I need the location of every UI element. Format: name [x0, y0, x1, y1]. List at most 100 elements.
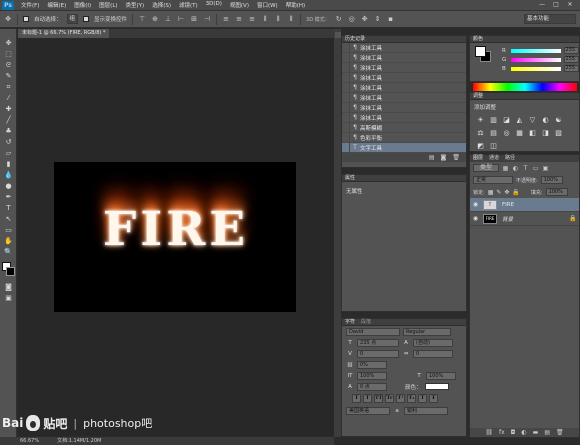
close-button[interactable]: ✕	[566, 2, 574, 8]
text-style-button-1[interactable]: T	[363, 394, 372, 403]
tab-layers[interactable]: 图层	[473, 155, 483, 162]
tsume-field[interactable]: 0%	[357, 360, 387, 369]
new-adjustment-icon[interactable]: ◐	[521, 428, 526, 437]
eyedropper-icon[interactable]: ⁄	[2, 93, 15, 104]
history-item[interactable]: ¶ 高斯模糊	[342, 122, 466, 133]
adjustment-icon-9[interactable]: ◎	[502, 129, 511, 138]
layer-row[interactable]: ◉ T FIRE	[470, 198, 579, 212]
dodge-icon[interactable]: ●	[2, 181, 15, 192]
history-item[interactable]: ¶ 涂抹工具	[342, 72, 466, 83]
adjustment-icon-6[interactable]: ☯	[554, 116, 563, 125]
tracking-field[interactable]: 0	[413, 349, 453, 358]
adjustment-icon-12[interactable]: ◨	[541, 129, 550, 138]
adjustment-icon-0[interactable]: ☀	[476, 116, 485, 125]
adjustment-icon-10[interactable]: ▦	[515, 129, 524, 138]
history-source-checkbox[interactable]	[342, 102, 350, 113]
layer-row[interactable]: ◉ FIRE 背景 🔒	[470, 212, 579, 226]
color-swatches[interactable]	[0, 262, 16, 282]
filter-type-icon[interactable]: T	[522, 165, 529, 172]
quick-mask-icon[interactable]: ◙	[2, 282, 15, 293]
text-style-button-3[interactable]: Tr	[385, 394, 394, 403]
layer-filter-select[interactable]: 类型	[473, 164, 499, 172]
adjustment-icon-4[interactable]: ▽	[528, 116, 537, 125]
blend-mode-select[interactable]: 正常	[473, 176, 513, 184]
zoom-icon[interactable]: 🔍	[2, 247, 15, 258]
maximize-button[interactable]: □	[552, 2, 560, 8]
menu-item-5[interactable]: 选择(S)	[148, 1, 175, 9]
menu-item-9[interactable]: 窗口(W)	[253, 1, 282, 9]
workspace-dropdown[interactable]: 基本功能	[524, 14, 576, 24]
menu-item-10[interactable]: 帮助(H)	[282, 1, 309, 9]
menu-item-7[interactable]: 3D(D)	[202, 1, 226, 9]
history-source-checkbox[interactable]	[342, 62, 350, 73]
history-source-checkbox[interactable]	[342, 122, 350, 133]
kerning-field[interactable]: 0	[357, 349, 399, 358]
adjustment-icon-8[interactable]: ▤	[489, 129, 498, 138]
text-style-button-0[interactable]: T	[352, 394, 361, 403]
align-center-icon[interactable]: ⊞	[190, 15, 198, 23]
trash-icon[interactable]: 🗑	[452, 153, 460, 162]
blue-slider[interactable]	[510, 66, 561, 71]
red-slider[interactable]	[510, 48, 561, 53]
font-size-field[interactable]: 235 点	[357, 338, 399, 347]
adjustment-icon-13[interactable]: ▧	[554, 129, 563, 138]
brush-icon[interactable]: ╱	[2, 115, 15, 126]
layer-name[interactable]: 背景	[502, 215, 569, 223]
hand-icon[interactable]: ✋	[2, 236, 15, 247]
eraser-icon[interactable]: ▱	[2, 148, 15, 159]
fill-field[interactable]: 100%	[545, 188, 568, 196]
text-style-button-5[interactable]: T₁	[407, 394, 416, 403]
history-item[interactable]: ¶ 涂抹工具	[342, 82, 466, 93]
lasso-icon[interactable]: ᘓ	[2, 60, 15, 71]
show-transform-checkbox[interactable]	[83, 16, 90, 22]
filter-pixel-icon[interactable]: ▦	[502, 165, 509, 172]
auto-select-dropdown[interactable]: 组	[66, 14, 79, 24]
new-group-icon[interactable]: ▬	[533, 428, 539, 437]
distribute-left-icon[interactable]: ⦀	[261, 15, 269, 23]
text-style-button-7[interactable]: Ŧ	[429, 394, 438, 403]
lock-pixels-icon[interactable]: ▦	[488, 189, 494, 196]
stamp-icon[interactable]: ♣	[2, 126, 15, 137]
menu-item-0[interactable]: 文件(F)	[17, 1, 43, 9]
history-source-checkbox[interactable]	[342, 42, 350, 53]
font-style-select[interactable]: Regular	[403, 327, 451, 336]
document-canvas[interactable]: FIRE	[54, 162, 296, 312]
menu-item-3[interactable]: 图层(L)	[95, 1, 121, 9]
opacity-field[interactable]: 100%	[540, 176, 563, 184]
minimize-button[interactable]: —	[538, 2, 546, 8]
delete-layer-icon[interactable]: 🗑	[556, 428, 564, 437]
marquee-icon[interactable]: ⬚	[2, 49, 15, 60]
layer-name[interactable]: FIRE	[502, 202, 579, 208]
history-source-checkbox[interactable]	[342, 132, 350, 143]
green-slider[interactable]	[510, 57, 561, 62]
distribute-middle-icon[interactable]: ≡	[235, 15, 243, 23]
align-right-icon[interactable]: ⊣	[203, 15, 211, 23]
history-item[interactable]: ¶ 涂抹工具	[342, 52, 466, 63]
lock-move-icon[interactable]: ✥	[504, 189, 509, 196]
3d-slide-icon[interactable]: ⇕	[374, 15, 382, 23]
tab-channels[interactable]: 通道	[489, 155, 499, 162]
blur-icon[interactable]: 💧	[2, 170, 15, 181]
red-value[interactable]: 255	[563, 47, 579, 54]
adjustment-icon-3[interactable]: ◭	[515, 116, 524, 125]
distribute-right-icon[interactable]: ⦀	[287, 15, 295, 23]
layer-style-icon[interactable]: fx	[499, 428, 505, 437]
history-source-checkbox[interactable]	[342, 92, 350, 103]
adjustment-icon-14[interactable]: ◩	[476, 142, 485, 151]
pen-icon[interactable]: ✒	[2, 192, 15, 203]
antialias-select[interactable]: 锐利	[404, 406, 448, 415]
gradient-icon[interactable]: ▮	[2, 159, 15, 170]
align-top-icon[interactable]: ⊤	[138, 15, 146, 23]
3d-rotate-icon[interactable]: ↻	[335, 15, 343, 23]
color-spectrum[interactable]	[473, 83, 577, 91]
3d-scale-icon[interactable]: ▪	[387, 15, 395, 23]
menu-item-6[interactable]: 滤镜(T)	[175, 1, 202, 9]
adjustment-icon-1[interactable]: ▥	[489, 116, 498, 125]
3d-roll-icon[interactable]: ◎	[348, 15, 356, 23]
distribute-top-icon[interactable]: ≡	[222, 15, 230, 23]
align-bottom-icon[interactable]: ⊥	[164, 15, 172, 23]
filter-adjust-icon[interactable]: ◐	[512, 165, 519, 172]
adjustment-icon-2[interactable]: ◪	[502, 116, 511, 125]
menu-item-4[interactable]: 类型(Y)	[122, 1, 149, 9]
move-icon[interactable]: ✥	[2, 38, 15, 49]
